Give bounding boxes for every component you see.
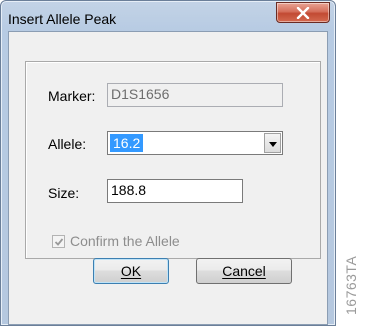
confirm-allele-label: Confirm the Allele xyxy=(70,233,180,249)
close-button[interactable] xyxy=(276,2,330,23)
marker-field: D1S1656 xyxy=(107,83,283,107)
marker-label: Marker: xyxy=(48,88,96,104)
confirm-allele-checkbox xyxy=(52,235,65,248)
allele-selected-value: 16.2 xyxy=(108,133,145,153)
figure-code-watermark: 16763TA xyxy=(343,255,359,315)
cancel-button[interactable]: Cancel xyxy=(196,258,292,284)
size-label: Size: xyxy=(48,185,80,201)
allele-dropdown-button[interactable] xyxy=(264,133,281,153)
size-field[interactable]: 188.8 xyxy=(107,179,243,203)
close-icon xyxy=(296,6,310,19)
dialog-title: Insert Allele Peak xyxy=(8,11,117,27)
ok-button[interactable]: OK xyxy=(93,258,169,284)
chevron-down-icon xyxy=(268,134,277,152)
screenshot-canvas: Insert Allele Peak Marker: D1S1656 Allel… xyxy=(0,0,365,326)
allele-select[interactable]: 16.2 xyxy=(107,131,283,155)
title-bar[interactable]: Insert Allele Peak xyxy=(1,1,335,31)
allele-label: Allele: xyxy=(48,136,87,152)
